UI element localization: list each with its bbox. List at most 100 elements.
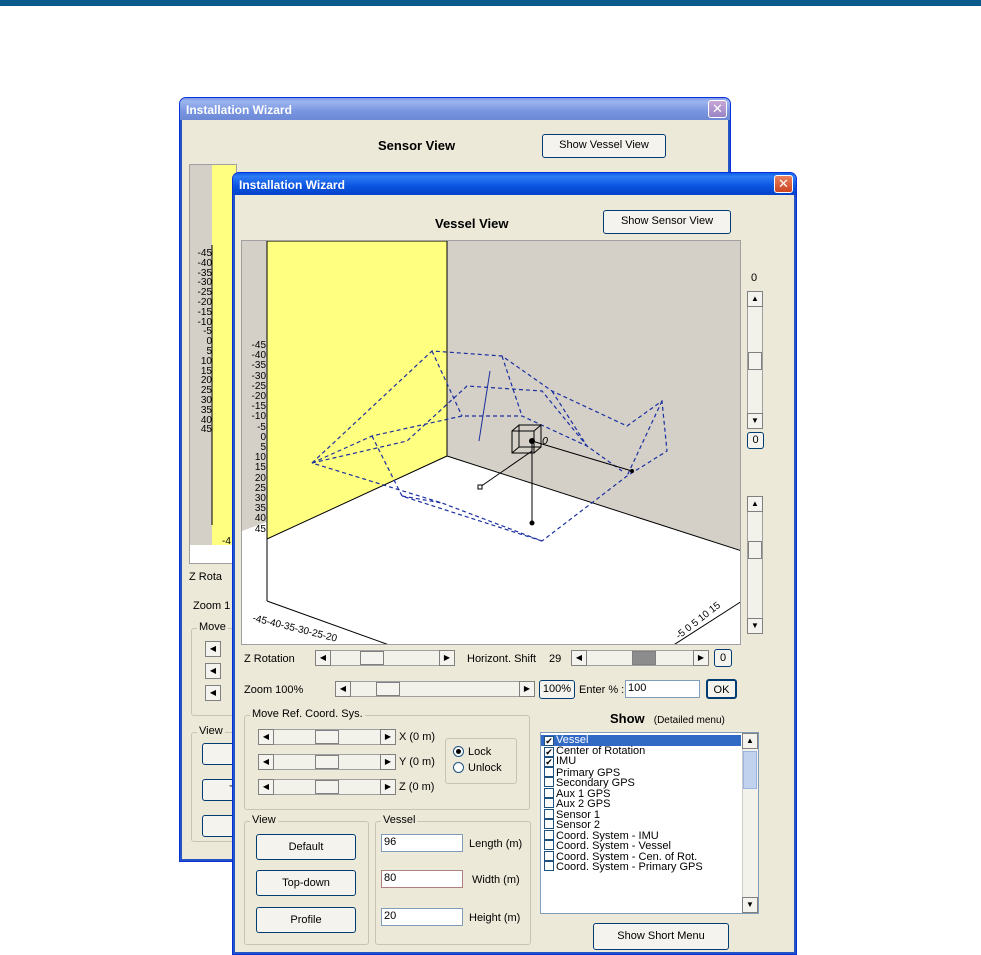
- move-z-right-arrow[interactable]: ▶: [380, 779, 396, 795]
- unlock-radio-button[interactable]: [453, 762, 464, 773]
- vessel-height-input[interactable]: 20: [381, 908, 463, 926]
- front-axis-tick-label: 45: [254, 523, 266, 535]
- back-move-z-left-arrow[interactable]: ◀: [205, 685, 221, 701]
- move-y-thumb[interactable]: [315, 755, 339, 769]
- move-x-label: X (0 m): [399, 731, 436, 743]
- checkbox-unchecked-icon[interactable]: [544, 798, 554, 808]
- horizontal-shift-scrollbar[interactable]: ◀ ▶: [571, 650, 709, 666]
- vertical-tilt-reset-button[interactable]: 0: [747, 432, 764, 449]
- horizontal-shift-left-arrow[interactable]: ◀: [571, 650, 587, 666]
- front-window-close-button[interactable]: ✕: [774, 175, 793, 193]
- zoom-thumb[interactable]: [376, 682, 400, 696]
- zoom-scrollbar[interactable]: ◀ ▶: [335, 681, 535, 697]
- show-items-listbox[interactable]: ✔ Vessel ✔ Center of Rotation ✔ IMU Primary GP…: [540, 732, 759, 914]
- zoom-percent-input[interactable]: 100: [625, 680, 700, 698]
- show-sensor-view-button[interactable]: Show Sensor View: [603, 210, 731, 234]
- profile-view-button[interactable]: Profile: [256, 907, 356, 933]
- show-list-item[interactable]: Coord. System - Vessel: [541, 840, 741, 852]
- checkbox-unchecked-icon[interactable]: [544, 808, 554, 819]
- zoom-ok-button[interactable]: OK: [706, 679, 737, 699]
- show-list-down-arrow[interactable]: ▼: [742, 897, 758, 913]
- z-rotation-scrollbar[interactable]: ◀ ▶: [315, 650, 455, 666]
- checkbox-unchecked-icon[interactable]: [544, 819, 554, 829]
- horizontal-shift-reset-button[interactable]: 0: [714, 649, 732, 667]
- vessel-width-input[interactable]: 80: [381, 870, 463, 888]
- move-y-scrollbar[interactable]: ◀ ▶: [258, 754, 396, 770]
- show-subtitle-text: (Detailed menu): [653, 715, 725, 726]
- show-list-item[interactable]: Coord. System - IMU: [541, 829, 741, 841]
- front-window-title: Installation Wizard: [239, 178, 345, 192]
- topdown-view-button[interactable]: Top-down: [256, 870, 356, 896]
- show-list-item[interactable]: Sensor 2: [541, 819, 741, 831]
- show-list-item[interactable]: Coord. System - Cen. of Rot.: [541, 850, 741, 862]
- checkbox-unchecked-icon[interactable]: [544, 829, 554, 840]
- front-window-titlebar[interactable]: Installation Wizard ✕: [233, 173, 796, 195]
- checkbox-unchecked-icon[interactable]: [544, 787, 554, 798]
- show-list-item[interactable]: Primary GPS: [541, 766, 741, 778]
- center-of-rotation-marker: [529, 438, 535, 444]
- vertical-tilt-scrollbar[interactable]: ▲ ▼: [747, 291, 763, 429]
- show-short-menu-button[interactable]: Show Short Menu: [593, 923, 729, 950]
- show-list-item[interactable]: Coord. System - Primary GPS: [541, 861, 741, 873]
- move-y-left-arrow[interactable]: ◀: [258, 754, 274, 770]
- checkbox-unchecked-icon[interactable]: [544, 861, 554, 871]
- move-z-left-arrow[interactable]: ◀: [258, 779, 274, 795]
- vertical-tilt-thumb[interactable]: [748, 352, 762, 370]
- vessel-group-title: Vessel: [381, 814, 418, 826]
- back-move-y-left-arrow[interactable]: ◀: [205, 663, 221, 679]
- show-list-item[interactable]: Secondary GPS: [541, 777, 741, 789]
- horizontal-shift-thumb[interactable]: [632, 651, 656, 665]
- back-move-x-left-arrow[interactable]: ◀: [205, 641, 221, 657]
- back-view-group-title: View: [197, 725, 225, 737]
- show-panel-title: Show (Detailed menu): [610, 711, 725, 726]
- back-window-close-button[interactable]: ✕: [708, 100, 727, 118]
- show-list-item[interactable]: Sensor 1: [541, 808, 741, 820]
- vertical-tilt-down-arrow[interactable]: ▼: [747, 413, 763, 429]
- zoom-left-arrow[interactable]: ◀: [335, 681, 351, 697]
- move-x-left-arrow[interactable]: ◀: [258, 729, 274, 745]
- show-list-up-arrow[interactable]: ▲: [742, 733, 758, 749]
- vessel-height-label: Height (m): [469, 912, 521, 924]
- vertical-tilt-up-arrow[interactable]: ▲: [747, 291, 763, 307]
- z-rotation-thumb[interactable]: [360, 651, 384, 665]
- vertical-shift-up-arrow[interactable]: ▲: [747, 496, 763, 512]
- zoom-100-button[interactable]: 100%: [539, 680, 575, 699]
- back-axis-tick-label: 45: [200, 424, 212, 436]
- default-view-button[interactable]: Default: [256, 834, 356, 860]
- show-list-item[interactable]: ✔ IMU: [541, 756, 741, 767]
- checkbox-checked-icon[interactable]: ✔: [544, 736, 554, 746]
- vertical-shift-thumb[interactable]: [748, 541, 762, 559]
- show-list-item[interactable]: Aux 2 GPS: [541, 798, 741, 810]
- checkbox-checked-icon[interactable]: ✔: [544, 757, 554, 767]
- vertical-shift-scrollbar[interactable]: ▲ ▼: [747, 496, 763, 634]
- show-list-scrollbar[interactable]: ▲ ▼: [742, 733, 758, 913]
- checkbox-unchecked-icon[interactable]: [544, 840, 554, 850]
- vertical-shift-down-arrow[interactable]: ▼: [747, 618, 763, 634]
- show-list-item-label: Coord. System - Primary GPS: [556, 861, 703, 873]
- unlock-radio-label: Unlock: [468, 762, 502, 774]
- show-vessel-view-button[interactable]: Show Vessel View: [542, 134, 666, 158]
- move-x-scrollbar[interactable]: ◀ ▶: [258, 729, 396, 745]
- move-y-right-arrow[interactable]: ▶: [380, 754, 396, 770]
- move-z-scrollbar[interactable]: ◀ ▶: [258, 779, 396, 795]
- checkbox-unchecked-icon[interactable]: [544, 850, 554, 861]
- move-x-right-arrow[interactable]: ▶: [380, 729, 396, 745]
- horizontal-shift-right-arrow[interactable]: ▶: [693, 650, 709, 666]
- vessel-length-input[interactable]: 96: [381, 834, 463, 852]
- move-z-thumb[interactable]: [315, 780, 339, 794]
- z-rotation-left-arrow[interactable]: ◀: [315, 650, 331, 666]
- checkbox-checked-icon[interactable]: ✔: [544, 746, 554, 757]
- front-view-title: Vessel View: [435, 216, 509, 231]
- lock-radio-button[interactable]: [453, 746, 464, 757]
- lock-radio-option[interactable]: Lock: [453, 746, 491, 758]
- move-x-thumb[interactable]: [315, 730, 339, 744]
- checkbox-unchecked-icon[interactable]: [544, 777, 554, 787]
- z-rotation-right-arrow[interactable]: ▶: [439, 650, 455, 666]
- show-list-item[interactable]: Aux 1 GPS: [541, 787, 741, 799]
- back-window-titlebar[interactable]: Installation Wizard ✕: [180, 98, 730, 120]
- show-list-thumb[interactable]: [743, 751, 757, 789]
- checkbox-unchecked-icon[interactable]: [544, 766, 554, 777]
- unlock-radio-option[interactable]: Unlock: [453, 762, 502, 774]
- show-title-text: Show: [610, 711, 645, 726]
- zoom-right-arrow[interactable]: ▶: [519, 681, 535, 697]
